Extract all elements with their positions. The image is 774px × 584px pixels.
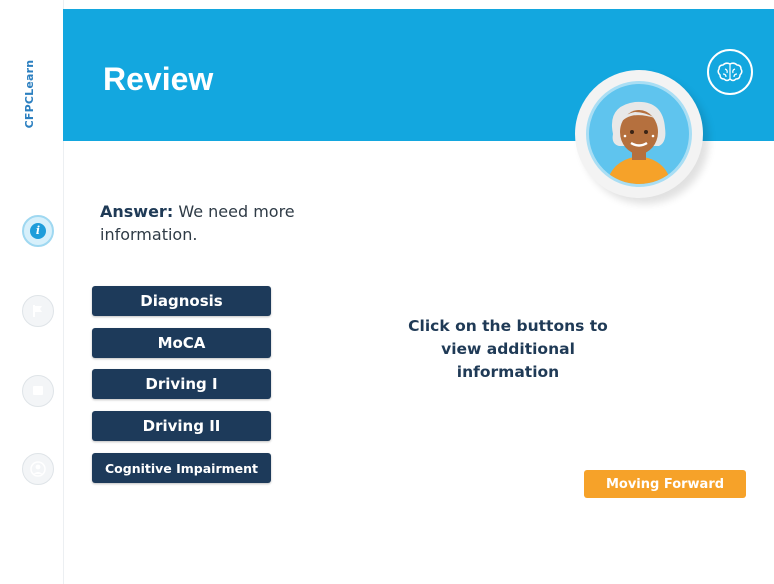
- driving-ii-button[interactable]: Driving II: [92, 411, 271, 441]
- brand-name: CFPCLearn: [23, 59, 36, 129]
- answer-label: Answer:: [100, 202, 174, 221]
- sidebar-item-info[interactable]: i: [22, 215, 54, 247]
- brain-icon: [717, 62, 743, 82]
- flag-icon: [33, 305, 42, 317]
- moving-forward-button[interactable]: Moving Forward: [584, 470, 746, 498]
- character-portrait: [575, 70, 703, 198]
- brand-logo: CFPCLearn: [18, 44, 48, 154]
- diagnosis-button[interactable]: Diagnosis: [92, 286, 271, 316]
- sidebar-item-message[interactable]: [22, 375, 54, 407]
- brain-button[interactable]: [707, 49, 753, 95]
- moca-button[interactable]: MoCA: [92, 328, 271, 358]
- driving-i-button[interactable]: Driving I: [92, 369, 271, 399]
- page-title: Review: [103, 61, 214, 97]
- elderly-woman-illustration: [607, 101, 671, 184]
- sidebar-item-flag[interactable]: [22, 295, 54, 327]
- sidebar-item-profile[interactable]: [22, 453, 54, 485]
- message-icon: [33, 386, 43, 395]
- instruction-text: Click on the buttons to view additional …: [408, 317, 608, 381]
- profile-icon: [30, 461, 46, 477]
- cognitive-impairment-button[interactable]: Cognitive Impairment: [92, 453, 271, 483]
- elderly-woman-avatar: [586, 81, 692, 187]
- left-sidebar: CFPCLearn i: [0, 0, 64, 584]
- answer-text: Answer: We need more information.: [100, 200, 330, 246]
- info-icon: i: [30, 223, 46, 239]
